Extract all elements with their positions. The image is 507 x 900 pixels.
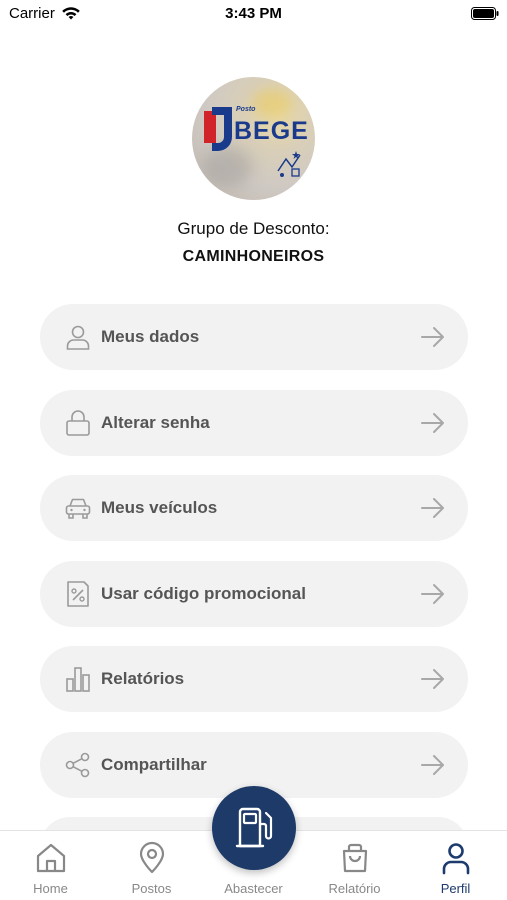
- doodle-icon: [277, 151, 301, 177]
- bar-chart-icon: [66, 667, 90, 692]
- shopping-bag-icon: [342, 843, 367, 873]
- battery-icon: [471, 7, 499, 20]
- tab-label: Abastecer: [224, 881, 283, 896]
- discount-icon: [67, 581, 89, 607]
- arrow-right-icon: [421, 327, 444, 347]
- tab-postos[interactable]: Postos: [101, 831, 202, 900]
- logo-text: BEGE: [234, 117, 309, 145]
- menu-item-meus-dados[interactable]: Meus dados: [40, 304, 468, 370]
- car-icon: [65, 498, 91, 519]
- status-bar: Carrier 3:43 PM: [0, 0, 507, 28]
- tab-perfil[interactable]: Perfil: [405, 831, 506, 900]
- menu-item-meus-veiculos[interactable]: Meus veículos: [40, 475, 468, 541]
- tab-label: Home: [33, 881, 68, 896]
- arrow-right-icon: [421, 413, 444, 433]
- menu-item-alterar-senha[interactable]: Alterar senha: [40, 390, 468, 456]
- profile-avatar[interactable]: Posto BEGE: [192, 77, 315, 200]
- tab-label: Relatório: [328, 881, 381, 896]
- menu-item-label: Relatórios: [101, 669, 185, 688]
- person-icon: [442, 843, 469, 875]
- arrow-right-icon: [421, 498, 444, 518]
- menu-item-relatorios[interactable]: Relatórios: [40, 646, 468, 712]
- arrow-right-icon: [421, 669, 444, 689]
- menu-item-codigo-promocional[interactable]: Usar código promocional: [40, 561, 468, 627]
- brand-mark-icon: [204, 107, 232, 151]
- discount-group-label: Grupo de Desconto:: [177, 219, 330, 238]
- lock-icon: [66, 410, 90, 436]
- tab-relatorio[interactable]: Relatório: [304, 831, 405, 900]
- background-blur: [202, 147, 252, 187]
- fuel-pump-icon: [235, 807, 273, 848]
- logo-small-text: Posto: [236, 106, 256, 113]
- arrow-right-icon: [421, 755, 444, 775]
- menu-item-label: Meus veículos: [101, 498, 218, 517]
- arrow-right-icon: [421, 584, 444, 604]
- menu-item-label: Alterar senha: [101, 413, 210, 432]
- discount-group-name: CAMINHONEIROS: [182, 248, 325, 265]
- tab-label: Postos: [131, 881, 172, 896]
- menu-item-label: Usar código promocional: [101, 584, 306, 603]
- background-blur: [252, 89, 292, 117]
- tab-home[interactable]: Home: [0, 831, 101, 900]
- clock: 3:43 PM: [225, 5, 282, 22]
- user-icon: [66, 325, 90, 350]
- abastecer-fab-button[interactable]: [212, 786, 296, 870]
- home-icon: [36, 843, 65, 873]
- map-pin-icon: [139, 841, 164, 874]
- tab-label: Perfil: [440, 881, 471, 896]
- menu-item-label: Compartilhar: [101, 755, 207, 774]
- share-icon: [65, 752, 90, 778]
- menu-item-label: Meus dados: [101, 327, 200, 346]
